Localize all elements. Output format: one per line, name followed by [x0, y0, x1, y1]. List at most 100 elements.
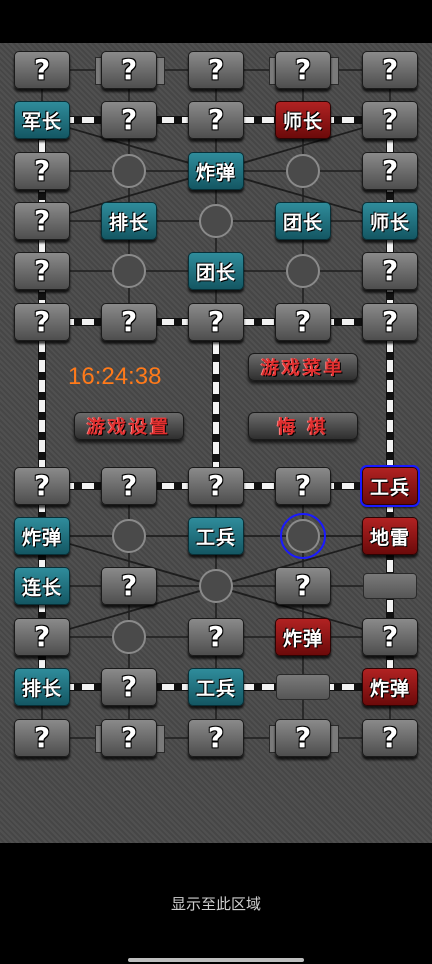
- camp-station[interactable]: [199, 204, 233, 238]
- camp-station[interactable]: [112, 620, 146, 654]
- game-piece[interactable]: 排长: [101, 202, 157, 240]
- hidden-piece[interactable]: ?: [188, 719, 244, 757]
- piece-label: 团长: [195, 261, 236, 284]
- hidden-piece[interactable]: ?: [14, 618, 70, 656]
- game-piece[interactable]: 炸弹: [275, 618, 331, 656]
- piece-label: ?: [294, 53, 312, 86]
- game-settings-button[interactable]: 游戏设置: [74, 412, 184, 440]
- hidden-piece[interactable]: ?: [101, 51, 157, 89]
- piece-label: ?: [120, 670, 138, 703]
- game-piece[interactable]: 工兵: [188, 668, 244, 706]
- game-piece[interactable]: 团长: [275, 202, 331, 240]
- piece-label: ?: [120, 305, 138, 338]
- hidden-piece[interactable]: ?: [188, 618, 244, 656]
- hidden-piece[interactable]: ?: [101, 101, 157, 139]
- game-piece[interactable]: 工兵: [360, 465, 420, 507]
- hidden-piece[interactable]: ?: [362, 152, 418, 190]
- game-piece[interactable]: 排长: [14, 668, 70, 706]
- piece-label: ?: [207, 53, 225, 86]
- hidden-piece[interactable]: ?: [14, 303, 70, 341]
- camp-station[interactable]: [112, 519, 146, 553]
- hidden-piece[interactable]: ?: [188, 467, 244, 505]
- hidden-piece[interactable]: ?: [188, 303, 244, 341]
- game-piece[interactable]: 连长: [14, 567, 70, 605]
- piece-label: ?: [381, 53, 399, 86]
- game-clock: 16:24:38: [68, 363, 162, 390]
- piece-label: ?: [120, 469, 138, 502]
- hidden-piece[interactable]: ?: [362, 303, 418, 341]
- hidden-piece[interactable]: ?: [101, 467, 157, 505]
- hidden-piece[interactable]: ?: [362, 618, 418, 656]
- hidden-piece[interactable]: ?: [188, 51, 244, 89]
- game-piece[interactable]: 团长: [188, 252, 244, 290]
- piece-label: 工兵: [195, 677, 236, 700]
- hidden-piece[interactable]: ?: [275, 51, 331, 89]
- hidden-piece[interactable]: ?: [362, 51, 418, 89]
- hidden-piece[interactable]: ?: [275, 719, 331, 757]
- piece-label: ?: [33, 254, 51, 287]
- game-settings-label: 游戏设置: [87, 417, 171, 438]
- piece-label: ?: [33, 305, 51, 338]
- piece-label: ?: [294, 469, 312, 502]
- empty-station[interactable]: [363, 573, 417, 599]
- hidden-piece[interactable]: ?: [14, 152, 70, 190]
- piece-label: 军长: [21, 110, 62, 133]
- camp-station[interactable]: [286, 154, 320, 188]
- hidden-piece[interactable]: ?: [362, 101, 418, 139]
- game-piece[interactable]: 炸弹: [14, 517, 70, 555]
- hidden-piece[interactable]: ?: [362, 252, 418, 290]
- hidden-piece[interactable]: ?: [101, 668, 157, 706]
- piece-label: ?: [381, 254, 399, 287]
- game-piece[interactable]: 炸弹: [362, 668, 418, 706]
- game-piece[interactable]: 师长: [362, 202, 418, 240]
- game-piece[interactable]: 地雷: [362, 517, 418, 555]
- piece-label: 排长: [21, 677, 62, 700]
- piece-label: ?: [120, 569, 138, 602]
- camp-station[interactable]: [199, 569, 233, 603]
- empty-station[interactable]: [276, 674, 330, 700]
- hidden-piece[interactable]: ?: [14, 467, 70, 505]
- hidden-piece[interactable]: ?: [14, 252, 70, 290]
- home-indicator[interactable]: [128, 958, 304, 962]
- piece-label: 炸弹: [195, 161, 236, 184]
- camp-station[interactable]: [286, 254, 320, 288]
- hidden-piece[interactable]: ?: [101, 303, 157, 341]
- hidden-piece[interactable]: ?: [275, 567, 331, 605]
- piece-label: ?: [33, 469, 51, 502]
- undo-label: 悔 棋: [277, 417, 329, 438]
- hidden-piece[interactable]: ?: [275, 467, 331, 505]
- hidden-piece[interactable]: ?: [362, 719, 418, 757]
- piece-label: 炸弹: [282, 627, 323, 650]
- piece-label: 连长: [21, 576, 62, 599]
- game-piece[interactable]: 军长: [14, 101, 70, 139]
- hidden-piece[interactable]: ?: [188, 101, 244, 139]
- camp-station[interactable]: [112, 154, 146, 188]
- piece-label: 工兵: [369, 476, 410, 499]
- display-area-hint: 显示至此区域: [170, 895, 261, 913]
- game-menu-label: 游戏菜单: [261, 358, 345, 379]
- piece-label: ?: [207, 620, 225, 653]
- piece-label: ?: [33, 154, 51, 187]
- camp-station[interactable]: [112, 254, 146, 288]
- hidden-piece[interactable]: ?: [14, 202, 70, 240]
- piece-label: 工兵: [195, 526, 236, 549]
- hidden-piece[interactable]: ?: [101, 567, 157, 605]
- hidden-piece[interactable]: ?: [275, 303, 331, 341]
- piece-label: 炸弹: [369, 677, 410, 700]
- hidden-piece[interactable]: ?: [14, 719, 70, 757]
- piece-label: 团长: [282, 211, 323, 234]
- piece-label: ?: [33, 204, 51, 237]
- piece-label: 炸弹: [21, 526, 62, 549]
- piece-label: ?: [207, 103, 225, 136]
- hidden-piece[interactable]: ?: [14, 51, 70, 89]
- piece-label: ?: [33, 53, 51, 86]
- game-piece[interactable]: 工兵: [188, 517, 244, 555]
- piece-label: 师长: [282, 110, 323, 133]
- camp-station[interactable]: [280, 513, 326, 559]
- game-piece[interactable]: 炸弹: [188, 152, 244, 190]
- game-piece[interactable]: 师长: [275, 101, 331, 139]
- piece-label: ?: [381, 305, 399, 338]
- hidden-piece[interactable]: ?: [101, 719, 157, 757]
- game-menu-button[interactable]: 游戏菜单: [248, 353, 358, 381]
- undo-button[interactable]: 悔 棋: [248, 412, 358, 440]
